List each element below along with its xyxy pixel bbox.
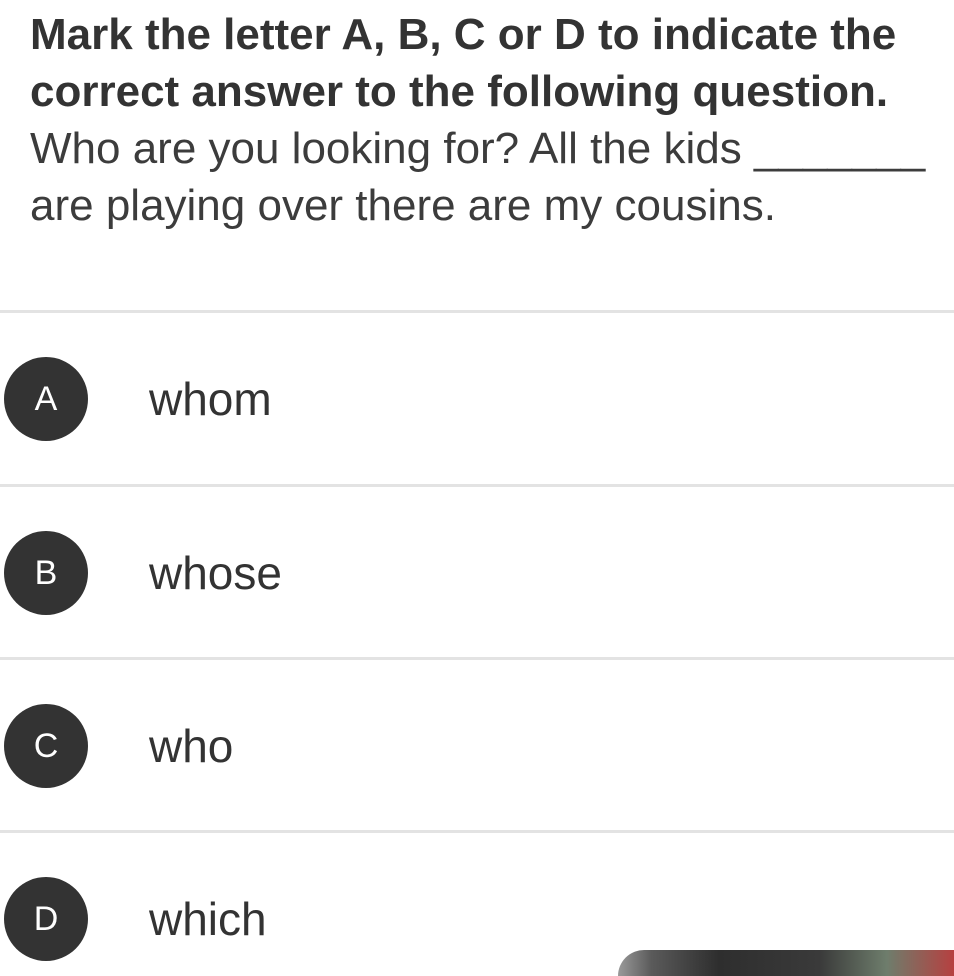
option-label: which: [149, 893, 267, 945]
option-b[interactable]: B whose: [0, 531, 954, 615]
option-c[interactable]: C who: [0, 704, 954, 788]
divider: [0, 657, 954, 660]
divider: [0, 484, 954, 487]
question-instruction: Mark the letter A, B, C or D to indicate…: [30, 10, 897, 116]
option-letter-badge: C: [4, 704, 88, 788]
option-letter-badge: D: [4, 877, 88, 961]
question-stem: Who are you looking for? All the kids __…: [30, 124, 926, 230]
video-thumbnail-preview[interactable]: [618, 950, 954, 976]
option-label: whom: [149, 373, 272, 425]
option-label: whose: [149, 547, 282, 599]
option-d[interactable]: D which: [0, 877, 954, 961]
divider: [0, 830, 954, 833]
divider: [0, 310, 954, 313]
option-letter-badge: A: [4, 357, 88, 441]
option-letter-badge: B: [4, 531, 88, 615]
option-a[interactable]: A whom: [0, 357, 954, 441]
question-block: Mark the letter A, B, C or D to indicate…: [30, 6, 954, 234]
option-label: who: [149, 720, 234, 772]
